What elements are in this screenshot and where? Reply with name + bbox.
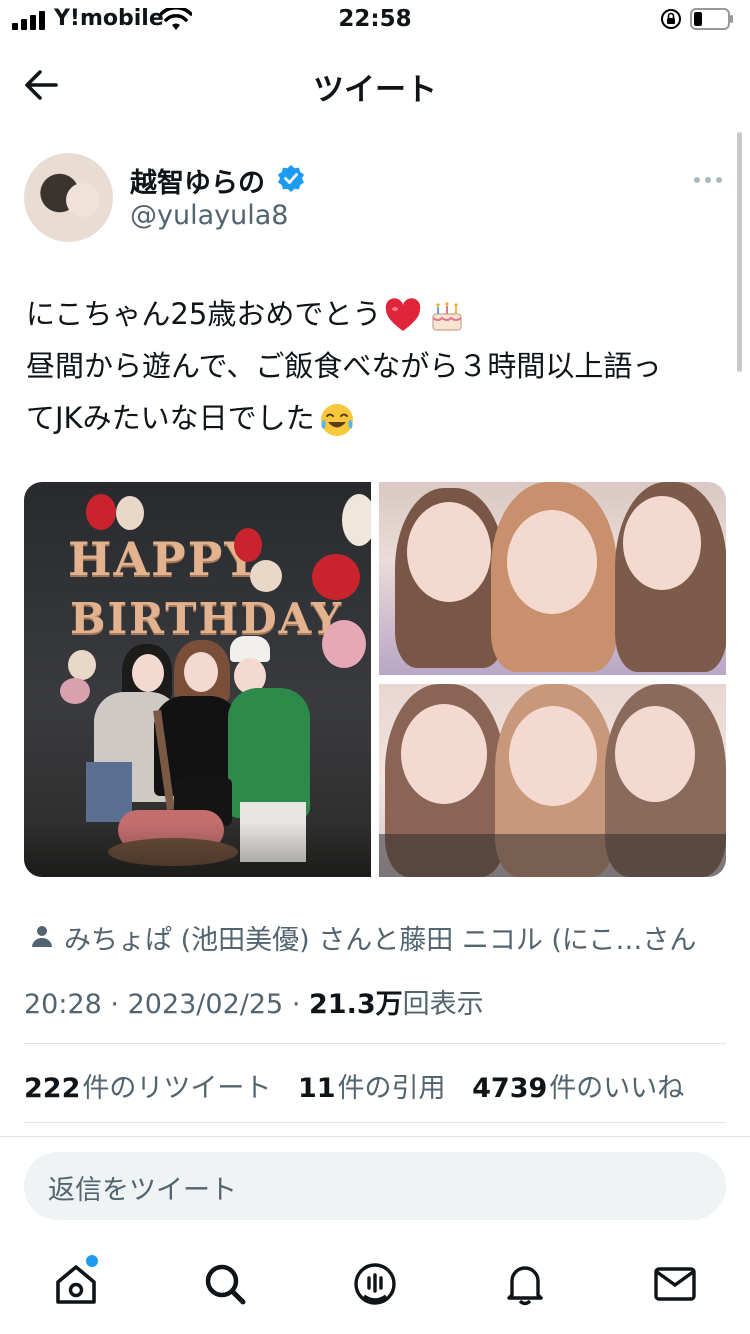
- messages-icon[interactable]: [651, 1260, 699, 1308]
- retweets-stat[interactable]: 222件のリツイート: [24, 1073, 271, 1104]
- tagged-users[interactable]: みちょぱ (池田美優) さんと藤田 ニコル (にこ…さん: [30, 918, 730, 956]
- balloon: [60, 678, 90, 704]
- person-face: [509, 706, 597, 806]
- page-title: ツイート: [313, 72, 437, 108]
- engagement-stats: 222件のリツイート 11件の引用 4739件のいいね: [24, 1066, 702, 1105]
- person-face: [401, 704, 487, 804]
- spaces-icon[interactable]: [351, 1260, 399, 1308]
- tagged-users-label: みちょぱ (池田美優) さんと藤田 ニコル (にこ…さん: [64, 925, 697, 956]
- person-face: [407, 502, 491, 602]
- divider: [0, 1136, 750, 1137]
- search-icon[interactable]: [201, 1260, 249, 1308]
- tweet-line-2: 昼間から遊んで、ご飯食べながら３時間以上語っ: [26, 349, 662, 383]
- author-handle[interactable]: @yulayula8: [130, 200, 288, 231]
- tweet-time: 20:28: [24, 989, 102, 1020]
- reply-input[interactable]: 返信をツイート: [24, 1152, 726, 1220]
- divider: [24, 1122, 726, 1123]
- balloon: [68, 650, 96, 680]
- avatar[interactable]: [24, 153, 113, 242]
- sticker-text: [419, 642, 619, 672]
- balloon: [234, 528, 262, 562]
- photo-shade: [379, 834, 726, 877]
- views-label: 回表示: [402, 989, 484, 1020]
- balloon: [312, 554, 360, 600]
- red-heart-emoji: [385, 298, 421, 334]
- divider: [24, 1043, 726, 1044]
- tweet-date: 2023/02/25: [127, 989, 284, 1020]
- person-face: [132, 654, 164, 692]
- person-face: [507, 510, 597, 614]
- author-name[interactable]: 越智ゆらの: [130, 161, 265, 200]
- status-bar: Y!mobile 22:58: [0, 0, 750, 40]
- more-options-icon[interactable]: [692, 170, 724, 190]
- balloon: [322, 620, 366, 668]
- scrollbar[interactable]: [737, 132, 742, 372]
- photo-purikura-2[interactable]: [379, 684, 726, 877]
- orientation-lock-icon: [661, 9, 681, 29]
- person-green-hoodie: [228, 688, 310, 818]
- tears-of-joy-emoji: [319, 402, 355, 438]
- birthday-cake-emoji: [429, 298, 465, 334]
- person-face: [623, 496, 701, 590]
- notification-dot: [86, 1255, 98, 1267]
- home-icon[interactable]: [52, 1260, 100, 1308]
- person-icon: [32, 926, 52, 947]
- balloon: [86, 494, 116, 530]
- quotes-stat[interactable]: 11件の引用: [298, 1073, 446, 1104]
- tweet-line-1: にこちゃん25歳おめでとう: [26, 288, 726, 340]
- likes-stat[interactable]: 4739件のいいね: [472, 1073, 684, 1104]
- battery-icon: [690, 8, 733, 30]
- balloon: [116, 496, 144, 530]
- tweet-meta: 20:28 · 2023/02/25 · 21.3万回表示: [24, 989, 484, 1020]
- notifications-icon[interactable]: [501, 1260, 549, 1308]
- tweet-line-3: てJKみたいな日でした: [26, 392, 726, 444]
- person-face: [184, 652, 218, 692]
- balloon-letters-happy: HAPPY: [68, 532, 260, 586]
- person-face: [615, 706, 695, 802]
- views-count[interactable]: 21.3万: [309, 989, 403, 1020]
- photo-birthday-party[interactable]: HAPPY BIRTHDAY: [24, 482, 371, 877]
- balloon: [250, 560, 282, 592]
- reply-placeholder: 返信をツイート: [48, 1175, 237, 1206]
- photo-purikura-1[interactable]: [379, 482, 726, 675]
- verified-badge-icon: [278, 165, 304, 192]
- tweet-text: にこちゃん25歳おめでとう 昼間から遊んで、ご飯食べながら３時間以上語っ てJK…: [26, 288, 726, 444]
- balloon-letters-birthday: BIRTHDAY: [70, 594, 344, 643]
- clock: 22:58: [338, 6, 412, 32]
- balloon: [342, 494, 371, 546]
- photo-shade: [24, 822, 371, 877]
